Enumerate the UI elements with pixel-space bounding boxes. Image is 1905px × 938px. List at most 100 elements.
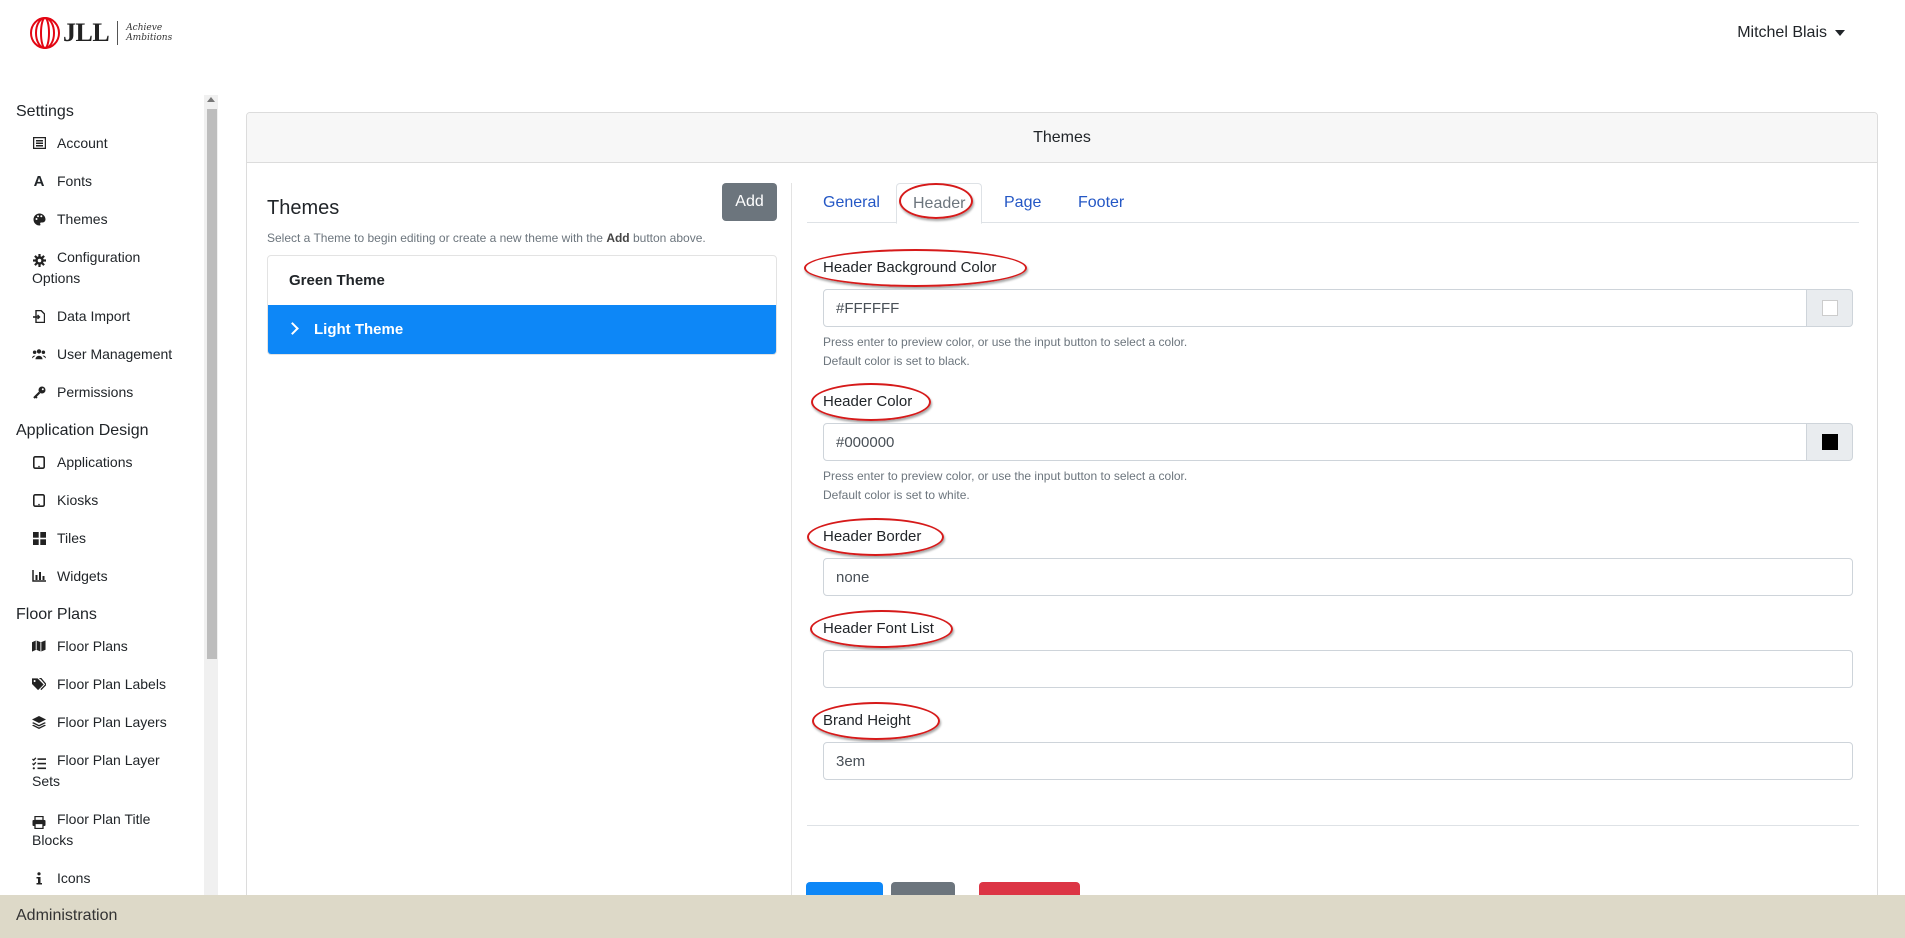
sidebar-content: Settings Account A Fonts Themes Configuration… xyxy=(0,95,204,895)
tab-general[interactable]: General xyxy=(807,183,896,224)
sidebar-item-label: Icons xyxy=(57,870,91,886)
sidebar-item-floor-plan-title-blocks[interactable]: Floor Plan Title Blocks xyxy=(0,801,204,860)
sidebar-scrollbar[interactable] xyxy=(204,95,218,895)
sidebar-item-label: Widgets xyxy=(57,568,108,584)
theme-editor-panel: General Header Page Footer Header Backgr… xyxy=(804,183,1859,826)
sidebar-section-title: Floor Plans xyxy=(16,606,97,623)
tags-icon xyxy=(32,677,46,691)
logo-tagline-line-1: Achieve xyxy=(126,23,163,33)
sidebar-item-label: Floor Plan Layers xyxy=(57,714,167,730)
jll-logo-icon xyxy=(30,17,60,49)
brand-height-input[interactable] xyxy=(823,742,1853,780)
info-icon xyxy=(32,871,46,885)
top-bar: JLL Achieve Ambitions Mitchel Blais xyxy=(0,0,1905,70)
sidebar-item-account[interactable]: Account xyxy=(0,125,204,163)
brand-height-label: Brand Height xyxy=(823,712,911,729)
logo-separator xyxy=(117,21,119,45)
themes-list-panel: Themes Add Select a Theme to begin editi… xyxy=(267,183,777,355)
themes-panel-title: Themes xyxy=(267,197,340,219)
themes-help-text: Select a Theme to begin editing or creat… xyxy=(267,231,777,245)
chevron-right-icon xyxy=(286,322,299,335)
sidebar-item-label: Fonts xyxy=(57,173,93,189)
grid-icon xyxy=(32,531,46,545)
header-border-label: Header Border xyxy=(823,528,922,545)
font-icon: A xyxy=(33,172,45,190)
sidebar-item-icons[interactable]: Icons xyxy=(0,860,204,895)
sidebar-item-floor-plan-labels[interactable]: Floor Plan Labels xyxy=(0,666,204,704)
sidebar-item-fonts[interactable]: A Fonts xyxy=(0,163,204,201)
sidebar-item-label: Floor Plan Title Blocks xyxy=(32,811,151,848)
sidebar-item-label: Configuration Options xyxy=(32,249,141,286)
header-color-input[interactable] xyxy=(823,423,1807,461)
user-menu[interactable]: Mitchel Blais xyxy=(1737,24,1845,42)
sidebar-item-permissions[interactable]: Permissions xyxy=(0,374,204,412)
logo-tagline: Achieve Ambitions xyxy=(126,23,176,43)
sidebar-item-label: Data Import xyxy=(57,308,131,324)
header-bg-color-input[interactable] xyxy=(823,289,1807,327)
scroll-up-arrow-icon[interactable] xyxy=(207,97,215,102)
help-text-end: button above. xyxy=(629,231,706,245)
caret-down-icon xyxy=(1835,30,1845,36)
header-font-list-label: Header Font List xyxy=(823,620,934,637)
admin-footer-bar[interactable]: Administration xyxy=(0,895,1905,938)
sidebar-item-label: Tiles xyxy=(57,530,87,546)
editor-tabs: General Header Page Footer xyxy=(807,183,1859,224)
user-name: Mitchel Blais xyxy=(1737,24,1827,41)
header-bg-color-label: Header Background Color xyxy=(823,259,997,276)
sidebar-item-tiles[interactable]: Tiles xyxy=(0,520,204,558)
tab-footer[interactable]: Footer xyxy=(1062,183,1140,224)
sidebar-item-label: Themes xyxy=(57,211,108,227)
header-color-hint-2: Default color is set to white. xyxy=(823,488,970,502)
sidebar-item-themes[interactable]: Themes xyxy=(0,201,204,239)
header-bg-color-hint-1: Press enter to preview color, or use the… xyxy=(823,335,1188,349)
sidebar-item-floor-plan-layer-sets[interactable]: Floor Plan Layer Sets xyxy=(0,742,204,801)
sidebar-item-kiosks[interactable]: Kiosks xyxy=(0,482,204,520)
sidebar-item-label: Floor Plans xyxy=(57,638,128,654)
sidebar-item-configuration-options[interactable]: Configuration Options xyxy=(0,239,204,298)
gear-icon xyxy=(32,253,46,267)
header-bg-color-picker-button[interactable] xyxy=(1807,289,1853,327)
header-bg-color-hint-2: Default color is set to black. xyxy=(823,354,970,368)
tablet-icon xyxy=(32,455,46,469)
sidebar-item-floor-plans[interactable]: Floor Plans xyxy=(0,628,204,666)
help-text-bold: Add xyxy=(606,231,630,245)
sidebar-item-floor-plan-layers[interactable]: Floor Plan Layers xyxy=(0,704,204,742)
map-icon xyxy=(32,639,46,653)
logo-text: JLL xyxy=(63,18,110,47)
header-font-list-input[interactable] xyxy=(823,650,1853,688)
account-icon xyxy=(32,136,46,150)
users-icon xyxy=(32,347,46,361)
sidebar-item-label: Applications xyxy=(57,454,133,470)
footer-label: Administration xyxy=(16,907,118,924)
theme-item-light[interactable]: Light Theme xyxy=(268,305,776,354)
sidebar-item-data-import[interactable]: Data Import xyxy=(0,298,204,336)
sidebar-item-label: Account xyxy=(57,135,108,151)
sidebar-section-title: Settings xyxy=(16,103,74,120)
theme-item-green[interactable]: Green Theme xyxy=(268,256,776,305)
logo-tagline-line-2: Ambitions xyxy=(126,33,173,43)
theme-list: Green Theme Light Theme xyxy=(267,255,777,355)
list-check-icon xyxy=(32,756,46,770)
file-import-icon xyxy=(32,309,46,323)
card-title: Themes xyxy=(247,113,1877,163)
header-border-input[interactable] xyxy=(823,558,1853,596)
sidebar-item-label: Kiosks xyxy=(57,492,99,508)
add-theme-button[interactable]: Add xyxy=(722,183,777,221)
header-color-picker-button[interactable] xyxy=(1807,423,1853,461)
sidebar-item-user-management[interactable]: User Management xyxy=(0,336,204,374)
sidebar-item-label: Permissions xyxy=(57,384,134,400)
form-divider xyxy=(807,825,1859,826)
scrollbar-thumb[interactable] xyxy=(207,109,217,659)
jll-logo[interactable]: JLL Achieve Ambitions xyxy=(30,17,176,49)
tablet-icon xyxy=(32,493,46,507)
header-color-hint-1: Press enter to preview color, or use the… xyxy=(823,469,1188,483)
sidebar-item-widgets[interactable]: Widgets xyxy=(0,558,204,596)
help-text-start: Select a Theme to begin editing or creat… xyxy=(267,231,607,245)
header-color-label: Header Color xyxy=(823,393,913,410)
tab-header[interactable]: Header xyxy=(896,183,983,224)
themes-card: Themes Themes Add Select a Theme to begi… xyxy=(246,112,1878,912)
theme-item-label: Light Theme xyxy=(314,321,404,338)
tab-page[interactable]: Page xyxy=(988,183,1057,224)
sidebar-item-applications[interactable]: Applications xyxy=(0,444,204,482)
sidebar: Settings Account A Fonts Themes Configuration… xyxy=(0,95,204,895)
